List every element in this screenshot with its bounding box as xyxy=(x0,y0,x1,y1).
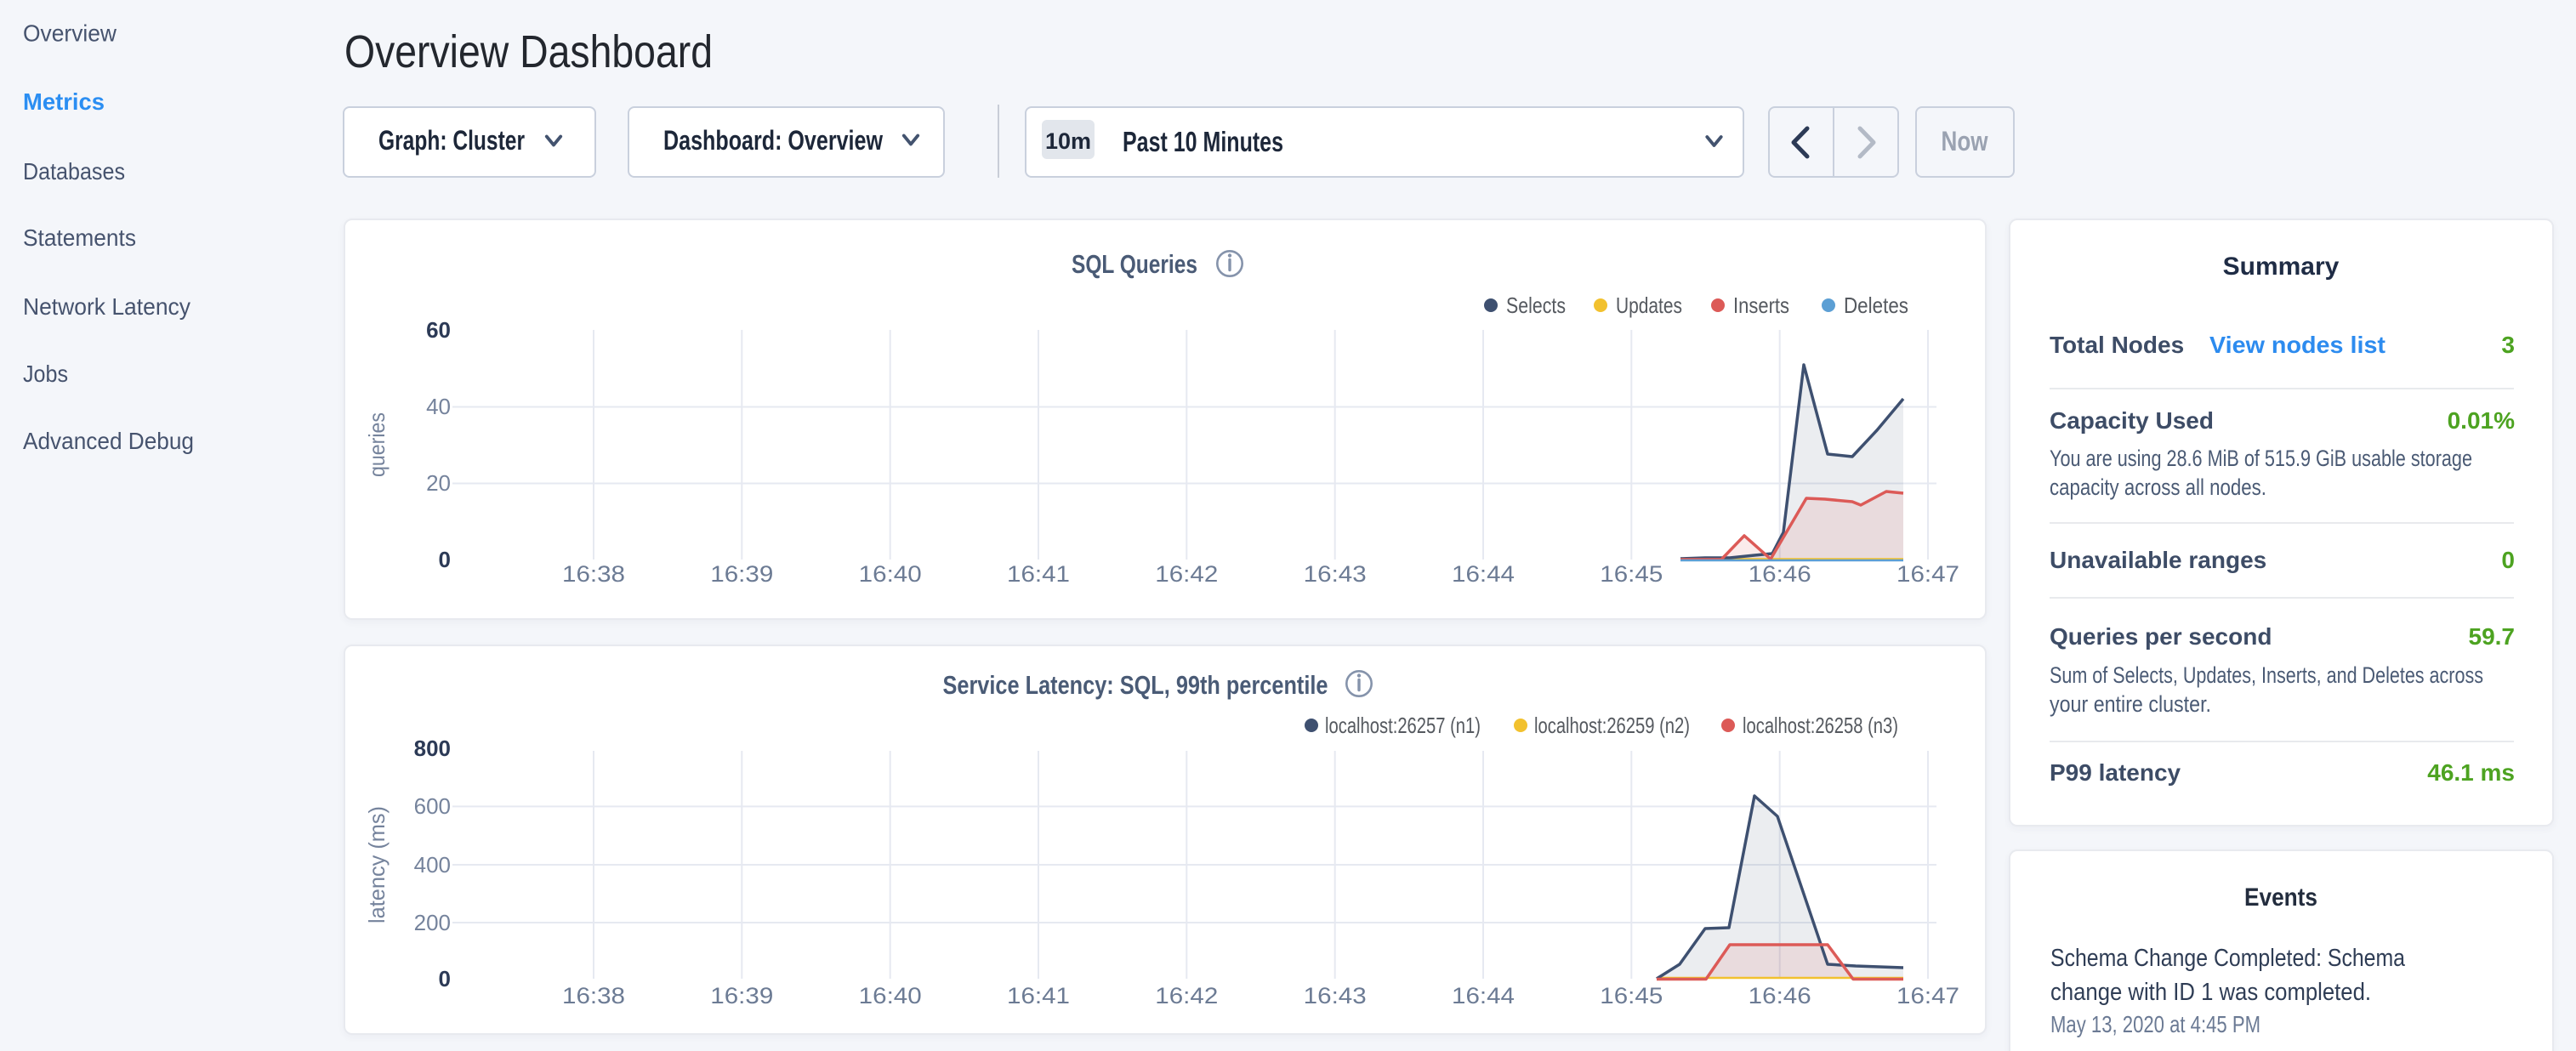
svg-text:16:42: 16:42 xyxy=(1155,983,1218,1008)
svg-text:16:38: 16:38 xyxy=(562,983,625,1008)
svg-text:localhost:26259 (n2): localhost:26259 (n2) xyxy=(1534,713,1690,738)
svg-text:0: 0 xyxy=(439,547,451,572)
svg-text:0: 0 xyxy=(439,966,451,991)
svg-text:queries: queries xyxy=(364,412,390,477)
svg-text:0.01%: 0.01% xyxy=(2448,407,2515,434)
svg-text:Overview: Overview xyxy=(23,20,117,46)
svg-text:10m: 10m xyxy=(1045,128,1091,154)
svg-text:16:44: 16:44 xyxy=(1452,983,1515,1008)
svg-text:600: 600 xyxy=(414,793,451,819)
svg-text:Unavailable ranges: Unavailable ranges xyxy=(2050,547,2266,573)
svg-text:Now: Now xyxy=(1942,126,1988,156)
svg-text:16:47: 16:47 xyxy=(1896,983,1959,1008)
svg-text:your entire cluster.: your entire cluster. xyxy=(2050,691,2211,717)
svg-text:Total Nodes: Total Nodes xyxy=(2050,332,2184,358)
svg-text:Sum of Selects, Updates, Inser: Sum of Selects, Updates, Inserts, and De… xyxy=(2050,662,2483,688)
svg-text:16:39: 16:39 xyxy=(710,561,773,587)
svg-text:Events: Events xyxy=(2244,883,2317,912)
svg-text:16:42: 16:42 xyxy=(1155,561,1218,587)
svg-text:Advanced Debug: Advanced Debug xyxy=(23,428,194,454)
svg-text:400: 400 xyxy=(414,852,451,878)
svg-text:capacity across all nodes.: capacity across all nodes. xyxy=(2050,474,2266,500)
svg-text:Queries per second: Queries per second xyxy=(2050,623,2272,650)
svg-text:Dashboard: Overview: Dashboard: Overview xyxy=(663,125,883,156)
svg-text:Schema Change Completed: Schem: Schema Change Completed: Schema xyxy=(2050,945,2406,972)
svg-text:20: 20 xyxy=(426,470,451,496)
svg-text:Databases: Databases xyxy=(23,158,125,185)
svg-text:800: 800 xyxy=(414,736,451,761)
svg-text:3: 3 xyxy=(2501,332,2515,358)
svg-text:16:40: 16:40 xyxy=(859,983,922,1008)
svg-text:16:40: 16:40 xyxy=(859,561,922,587)
svg-text:Overview Dashboard: Overview Dashboard xyxy=(344,26,713,77)
svg-text:16:43: 16:43 xyxy=(1304,561,1367,587)
svg-text:16:47: 16:47 xyxy=(1896,561,1959,587)
svg-text:40: 40 xyxy=(426,394,451,419)
svg-text:Network Latency: Network Latency xyxy=(23,293,190,320)
svg-text:Past 10 Minutes: Past 10 Minutes xyxy=(1123,126,1283,157)
svg-text:16:44: 16:44 xyxy=(1452,561,1515,587)
svg-text:Statements: Statements xyxy=(23,224,136,251)
svg-text:16:46: 16:46 xyxy=(1749,983,1811,1008)
svg-text:200: 200 xyxy=(414,910,451,935)
svg-text:Graph: Cluster: Graph: Cluster xyxy=(378,125,525,156)
svg-text:change with ID 1 was completed: change with ID 1 was completed. xyxy=(2050,979,2371,1006)
svg-text:Selects: Selects xyxy=(1506,293,1566,318)
svg-text:Updates: Updates xyxy=(1616,293,1682,318)
svg-text:16:43: 16:43 xyxy=(1304,983,1367,1008)
svg-text:P99 latency: P99 latency xyxy=(2050,759,2181,786)
svg-text:latency (ms): latency (ms) xyxy=(364,806,390,923)
svg-text:Capacity Used: Capacity Used xyxy=(2050,407,2214,434)
svg-text:16:46: 16:46 xyxy=(1749,561,1811,587)
svg-text:16:39: 16:39 xyxy=(710,983,773,1008)
svg-text:View nodes list: View nodes list xyxy=(2209,332,2386,358)
svg-text:46.1 ms: 46.1 ms xyxy=(2427,759,2515,786)
svg-text:SQL Queries: SQL Queries xyxy=(1072,249,1197,279)
svg-text:59.7: 59.7 xyxy=(2469,623,2516,650)
svg-text:16:41: 16:41 xyxy=(1007,561,1070,587)
svg-text:16:41: 16:41 xyxy=(1007,983,1070,1008)
svg-text:Service Latency: SQL, 99th per: Service Latency: SQL, 99th percentile xyxy=(943,670,1328,700)
svg-text:Inserts: Inserts xyxy=(1733,293,1789,318)
svg-text:16:45: 16:45 xyxy=(1600,561,1663,587)
svg-text:You are using 28.6 MiB of 515.: You are using 28.6 MiB of 515.9 GiB usab… xyxy=(2050,446,2472,471)
svg-text:Summary: Summary xyxy=(2223,253,2340,281)
svg-text:0: 0 xyxy=(2501,547,2515,573)
svg-text:Deletes: Deletes xyxy=(1844,293,1908,318)
svg-text:16:45: 16:45 xyxy=(1600,983,1663,1008)
svg-text:May 13, 2020 at 4:45 PM: May 13, 2020 at 4:45 PM xyxy=(2050,1011,2260,1037)
svg-text:60: 60 xyxy=(426,317,451,343)
svg-text:Jobs: Jobs xyxy=(23,361,68,387)
svg-text:16:38: 16:38 xyxy=(562,561,625,587)
svg-text:localhost:26258 (n3): localhost:26258 (n3) xyxy=(1743,713,1898,738)
svg-text:localhost:26257 (n1): localhost:26257 (n1) xyxy=(1325,713,1481,738)
svg-text:Metrics: Metrics xyxy=(23,88,105,115)
